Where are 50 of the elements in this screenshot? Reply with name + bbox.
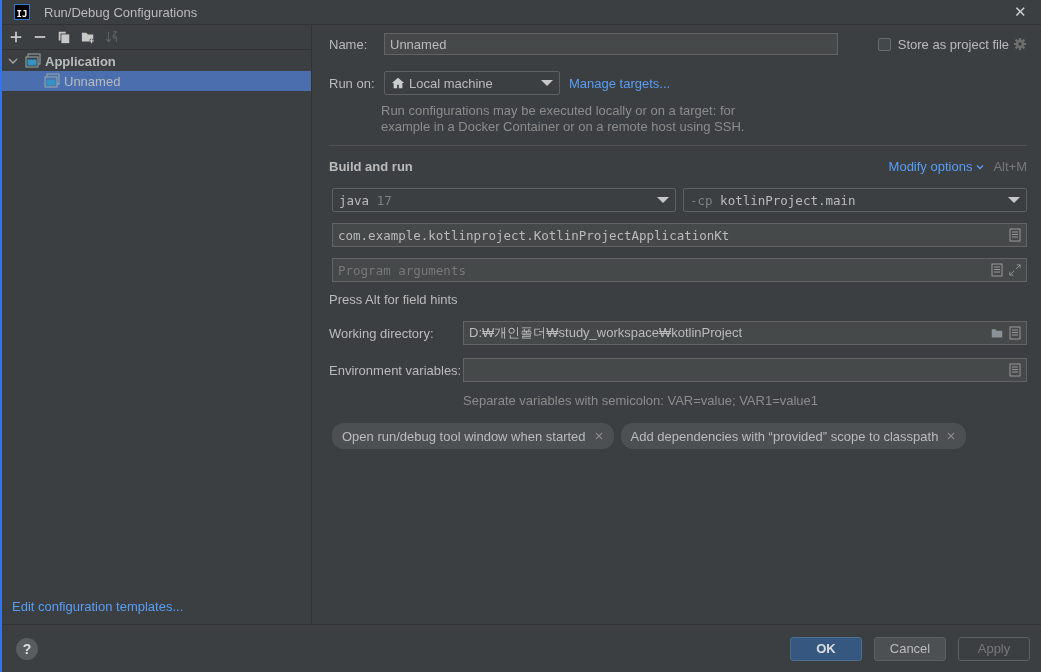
option-chip[interactable]: Open run/debug tool window when started <box>332 423 614 449</box>
chevron-icon <box>8 56 18 66</box>
name-label: Name: <box>329 36 369 52</box>
main-class-field[interactable]: com.example.kotlinproject.KotlinProjectApplicationKt <box>332 223 1027 247</box>
working-directory-label: Working directory: <box>329 325 435 341</box>
environment-hint: Separate variables with semicolon: VAR=value; VAR1=value1 <box>463 393 820 409</box>
option-chip[interactable]: Add dependencies with “provided” scope to classpath <box>620 423 967 449</box>
edit-templates-link[interactable]: Edit configuration templates... <box>12 599 184 614</box>
checkbox[interactable] <box>877 37 891 51</box>
caret-icon <box>541 80 553 86</box>
app-logo: IJ <box>14 4 30 20</box>
run-on-hint: Run configurations may be executed locally or on a target: for example in a Docker Container or on a remote host using SSH. <box>381 103 746 135</box>
document-icon[interactable] <box>991 263 1003 277</box>
tree-item[interactable]: Unnamed <box>2 71 311 91</box>
window-icon <box>25 53 41 69</box>
dialog-button[interactable]: OK <box>790 636 862 661</box>
shortcut-hint: Alt+M <box>993 159 1027 174</box>
manage-targets-link[interactable]: Manage targets... <box>569 75 671 91</box>
settings-icon[interactable] <box>1013 37 1027 51</box>
name-field[interactable]: Unnamed <box>384 33 838 55</box>
environment-variables-field[interactable] <box>463 358 1027 382</box>
remove-icon[interactable] <box>593 431 604 441</box>
remove-icon[interactable] <box>946 431 957 441</box>
section-title: Build and run <box>329 159 413 174</box>
add-icon[interactable] <box>9 30 23 44</box>
caret-icon <box>1008 197 1020 203</box>
environment-variables-label: Environment variables: <box>329 362 463 378</box>
caret-icon <box>657 197 669 203</box>
field-hints-text: Press Alt for field hints <box>329 292 459 307</box>
tree-item[interactable]: Application <box>2 51 311 71</box>
expand-icon[interactable] <box>1009 263 1021 277</box>
copy-icon[interactable] <box>57 30 71 44</box>
run-on-label: Run on: <box>329 75 376 91</box>
document-icon[interactable] <box>1009 228 1021 242</box>
folder-icon[interactable] <box>991 326 1003 340</box>
window-title: Run/Debug Configurations <box>44 4 198 20</box>
modify-options-link[interactable]: Modify options <box>888 159 973 174</box>
house-icon <box>391 76 405 90</box>
jdk-dropdown[interactable]: java 17 <box>332 188 676 212</box>
window-icon <box>44 73 60 89</box>
document-icon[interactable] <box>1009 326 1021 340</box>
working-directory-field[interactable]: D:₩개인폴더₩study_workspace₩kotlinProject <box>463 321 1027 345</box>
new-folder-icon[interactable] <box>81 30 95 44</box>
close-button[interactable]: ✕ <box>1014 3 1027 21</box>
document-icon[interactable] <box>1009 363 1021 377</box>
dialog-button[interactable]: Cancel <box>874 636 946 661</box>
help-button[interactable]: ? <box>16 637 38 660</box>
classpath-dropdown[interactable]: -cp kotlinProject.main <box>683 188 1027 212</box>
run-on-dropdown[interactable]: Local machine <box>384 71 560 95</box>
store-project-label: Store as project file <box>897 36 1009 52</box>
